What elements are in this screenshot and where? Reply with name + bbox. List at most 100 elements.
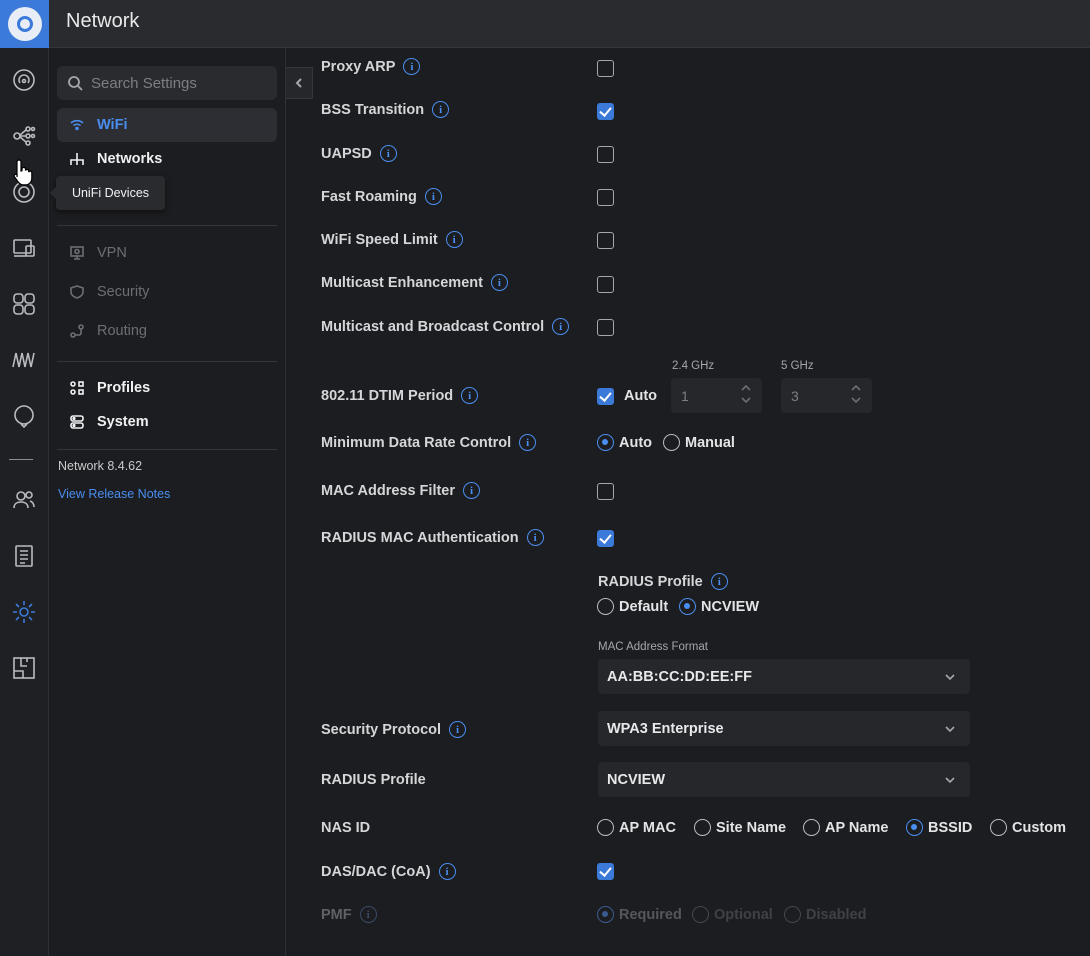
dtim-24-stepper[interactable]: 1 — [671, 378, 762, 413]
tooltip: UniFi Devices — [50, 176, 165, 210]
settings-gear-icon[interactable] — [8, 596, 40, 628]
insights-icon[interactable] — [8, 288, 40, 320]
info-icon[interactable]: i — [445, 231, 463, 248]
dtim-5-value: 3 — [791, 387, 799, 404]
info-icon[interactable]: i — [519, 434, 537, 451]
sidebar-item-label: VPN — [97, 245, 127, 261]
proxy-arp-row: Proxy ARP i — [321, 58, 421, 75]
sidebar-item-label: Profiles — [97, 380, 151, 396]
radius-profile-row: RADIUS Profile — [321, 772, 426, 788]
pmf-optional-radio: Optional — [692, 906, 773, 923]
chevron-down-icon[interactable] — [850, 394, 862, 406]
radios-icon[interactable] — [8, 344, 40, 376]
search-box[interactable] — [57, 66, 277, 100]
mac-format-select[interactable]: AA:BB:CC:DD:EE:FF — [598, 659, 970, 694]
profiles-icon — [70, 381, 84, 395]
min-data-rate-manual-radio[interactable]: Manual — [663, 434, 735, 451]
dtim-5-stepper[interactable]: 3 — [781, 378, 872, 413]
info-icon[interactable]: i — [552, 318, 570, 335]
fast-roaming-row: Fast Roaming i — [321, 188, 442, 205]
das-dac-row: DAS/DAC (CoA) i — [321, 863, 456, 880]
alerts-icon[interactable] — [8, 400, 40, 432]
dashboard-icon[interactable] — [8, 64, 40, 96]
chevron-down-icon — [945, 777, 955, 784]
info-icon[interactable]: i — [449, 721, 467, 738]
nas-id-row: NAS ID — [321, 820, 371, 836]
nas-id-custom-radio[interactable]: Custom — [990, 819, 1066, 836]
sidebar-item-label: WiFi — [97, 117, 128, 133]
radius-profile-ncview-radio[interactable]: NCVIEW — [679, 598, 759, 615]
wifi-icon — [70, 119, 84, 131]
wifi-speed-limit-checkbox[interactable] — [597, 232, 614, 249]
pmf-disabled-radio: Disabled — [784, 906, 866, 923]
proxy-arp-checkbox[interactable] — [597, 60, 614, 77]
security-protocol-row: Security Protocol i — [321, 721, 467, 738]
radius-profile-select[interactable]: NCVIEW — [598, 762, 970, 797]
sidebar-item-profiles[interactable]: Profiles — [57, 371, 277, 405]
info-icon[interactable]: i — [461, 387, 479, 404]
multicast-enhancement-checkbox[interactable] — [597, 276, 614, 293]
hand-cursor-icon — [13, 159, 33, 186]
fast-roaming-checkbox[interactable] — [597, 189, 614, 206]
sidebar-item-vpn[interactable]: VPN — [57, 236, 277, 270]
info-icon[interactable]: i — [403, 58, 421, 75]
radius-mac-profile-label: RADIUS Profile i — [598, 573, 728, 590]
clients-icon[interactable] — [8, 232, 40, 264]
shield-icon — [70, 285, 84, 299]
sidebar-item-wifi[interactable]: WiFi — [57, 108, 277, 142]
sidebar-divider — [57, 225, 277, 226]
chevron-up-icon[interactable] — [850, 382, 862, 394]
uapsd-row: UAPSD i — [321, 145, 397, 162]
das-dac-checkbox[interactable] — [597, 863, 614, 880]
sidebar-divider — [57, 361, 277, 362]
bss-transition-checkbox[interactable] — [597, 103, 614, 120]
logs-icon[interactable] — [8, 540, 40, 572]
nas-id-bssid-radio[interactable]: BSSID — [906, 819, 972, 836]
info-icon[interactable]: i — [379, 145, 397, 162]
sidebar-item-security[interactable]: Security — [57, 275, 277, 309]
info-icon[interactable]: i — [526, 529, 544, 546]
search-icon — [68, 76, 83, 91]
mac-filter-checkbox[interactable] — [597, 483, 614, 500]
system-icon — [70, 415, 84, 429]
networks-icon — [70, 153, 84, 165]
app-title: Network — [66, 10, 140, 32]
bss-transition-row: BSS Transition i — [321, 101, 450, 118]
sidebar-item-routing[interactable]: Routing — [57, 314, 277, 348]
radius-mac-auth-checkbox[interactable] — [597, 530, 614, 547]
topology-icon[interactable] — [8, 120, 40, 152]
info-icon[interactable]: i — [710, 573, 728, 590]
nas-id-ap-mac-radio[interactable]: AP MAC — [597, 819, 676, 836]
chevron-down-icon[interactable] — [740, 394, 752, 406]
rail-divider — [9, 459, 33, 460]
info-icon[interactable]: i — [438, 863, 456, 880]
search-input[interactable] — [91, 74, 261, 92]
multicast-broadcast-checkbox[interactable] — [597, 319, 614, 336]
security-protocol-select[interactable]: WPA3 Enterprise — [598, 711, 970, 746]
info-icon: i — [359, 906, 377, 923]
innerspace-icon[interactable] — [8, 652, 40, 684]
unifi-logo[interactable] — [0, 0, 49, 48]
nas-id-site-name-radio[interactable]: Site Name — [694, 819, 786, 836]
radius-profile-default-radio[interactable]: Default — [597, 598, 668, 615]
min-data-rate-auto-radio[interactable]: Auto — [597, 434, 652, 451]
info-icon[interactable]: i — [463, 482, 481, 499]
dtim-auto-checkbox[interactable] — [597, 388, 614, 405]
mac-format-label: MAC Address Format — [598, 641, 708, 653]
sidebar-divider — [57, 449, 277, 450]
chevron-up-icon[interactable] — [740, 382, 752, 394]
info-icon[interactable]: i — [432, 101, 450, 118]
sidebar-item-label: Networks — [97, 151, 163, 167]
settings-panel: Proxy ARP i BSS Transition i UAPSD i Fast R… — [287, 48, 1090, 956]
wifi-speed-limit-row: WiFi Speed Limit i — [321, 231, 463, 248]
admins-icon[interactable] — [8, 484, 40, 516]
chevron-down-icon — [945, 726, 955, 733]
uapsd-checkbox[interactable] — [597, 146, 614, 163]
info-icon[interactable]: i — [490, 274, 508, 291]
sidebar-item-networks[interactable]: Networks — [57, 142, 277, 176]
sidebar-item-system[interactable]: System — [57, 405, 277, 439]
info-icon[interactable]: i — [424, 188, 442, 205]
nas-id-ap-name-radio[interactable]: AP Name — [803, 819, 888, 836]
release-notes-link[interactable]: View Release Notes — [58, 487, 170, 501]
pmf-required-radio: Required — [597, 906, 682, 923]
